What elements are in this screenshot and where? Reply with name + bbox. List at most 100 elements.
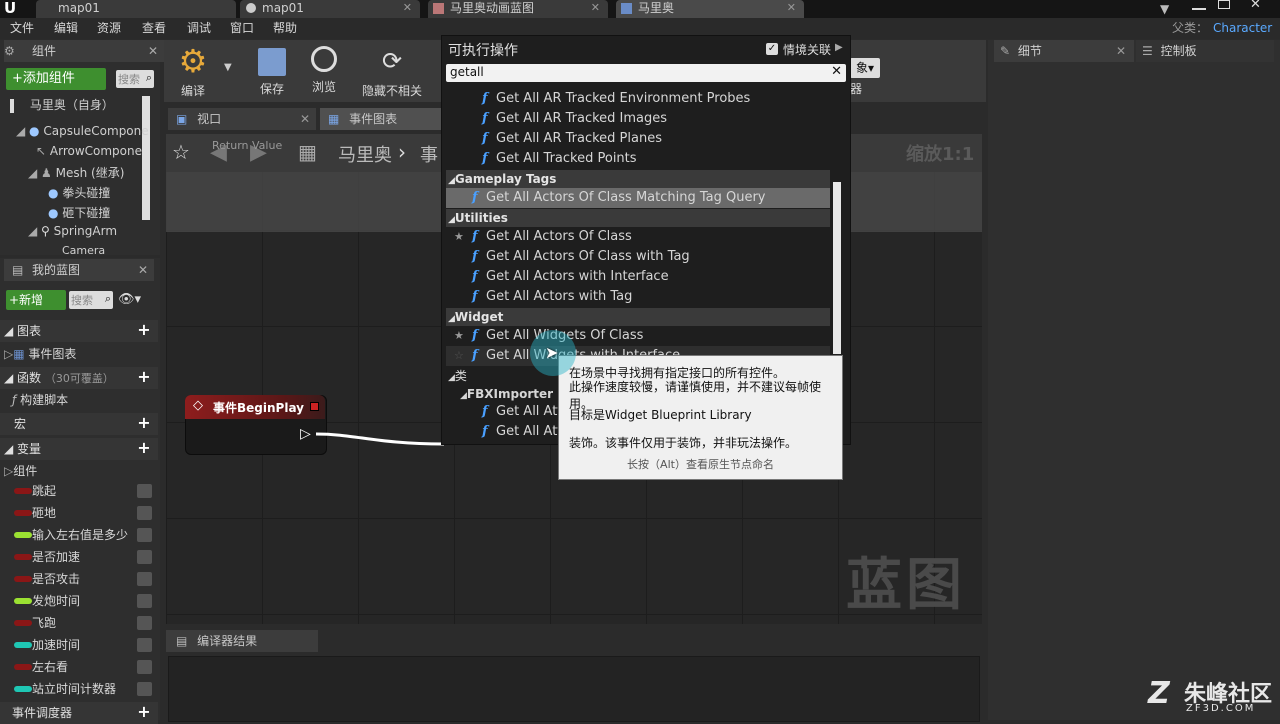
close-tab-icon[interactable]: ✕ [403,0,412,16]
minimize-icon[interactable] [1192,0,1206,10]
action-category[interactable]: ◢Gameplay Tags [446,170,830,188]
variables-components-group[interactable]: ▷组件 [0,460,158,482]
context-sensitive-checkbox[interactable]: ✓ [766,43,778,55]
section-event-dispatchers[interactable]: 事件调度器 + [0,702,158,724]
delegate-pin[interactable] [310,402,319,411]
exec-output-pin[interactable]: ▷ [300,426,311,442]
expand-arrow-icon[interactable]: ▶ [835,42,843,53]
action-function-item[interactable]: ★ f Get All Actors Of Class [446,227,830,247]
doc-tab-blueprint-active[interactable]: 马里奥 ✕ [616,0,804,18]
notification-icon[interactable]: ▼ [1160,2,1169,16]
close-panel-icon[interactable]: ✕ [138,259,148,281]
components-scrollbar[interactable] [142,96,150,220]
menu-edit[interactable]: 编辑 [54,18,78,39]
favorite-star-icon[interactable]: ★ [454,227,464,247]
variable-visibility-icon[interactable] [137,506,152,520]
variable-visibility-icon[interactable] [137,594,152,608]
tree-item-capsule[interactable]: ◢ ● CapsuleCompone [16,124,149,138]
variable-item[interactable]: 加速时间 [0,634,158,656]
parent-class-link[interactable]: Character [1213,18,1272,39]
variable-item[interactable]: 是否加速 [0,546,158,568]
tab-viewport[interactable]: ▣ 视口 ✕ [168,108,316,130]
close-tab-icon[interactable]: ✕ [300,108,310,130]
action-category[interactable]: ◢Widget [446,308,830,326]
variable-visibility-icon[interactable] [137,484,152,498]
variable-item[interactable]: 是否攻击 [0,568,158,590]
tab-event-graph[interactable]: ▦ 事件图表 [320,108,444,130]
blueprint-search-field[interactable]: 搜索 ⌕ [69,291,113,309]
section-variables[interactable]: ◢ 变量 + [0,438,158,460]
add-graph-icon[interactable]: + [136,322,152,338]
tree-item-smash-collision[interactable]: ● 砸下碰撞 [48,204,110,221]
action-function-item[interactable]: f Get All Actors with Tag [446,287,830,307]
unreal-logo-icon[interactable]: U [4,0,20,18]
add-function-icon[interactable]: + [136,369,152,385]
new-item-button[interactable]: +新增 [6,290,66,310]
favorite-star-icon[interactable]: ☆ [454,346,464,366]
close-panel-icon[interactable]: ✕ [148,40,158,62]
hide-unrelated-button[interactable]: ⟳ 隐藏不相关 [356,40,428,102]
variable-visibility-icon[interactable] [137,660,152,674]
close-window-icon[interactable]: ✕ [1250,0,1261,12]
variable-item[interactable]: 砸地 [0,502,158,524]
menu-debug[interactable]: 调试 [187,18,211,39]
action-function-item[interactable]: f Get All AR Tracked Environment Probes [446,89,830,109]
action-function-item[interactable]: f Get All Tracked Points [446,149,830,169]
section-macros[interactable]: 宏 + [0,413,158,435]
variable-item[interactable]: 站立时间计数器 [0,678,158,700]
action-function-item[interactable]: f Get All AR Tracked Images [446,109,830,129]
variable-item[interactable]: 跳起 [0,480,158,502]
breadcrumb-graph[interactable]: 事 [420,141,438,167]
action-function-item[interactable]: ★ f Get All Widgets Of Class [446,326,830,346]
section-graphs[interactable]: ◢ 图表 + [0,320,158,342]
variable-visibility-icon[interactable] [137,550,152,564]
action-list-scrollbar[interactable] [833,182,841,354]
doc-tab-map01-1[interactable]: map01 [36,0,236,18]
component-search-field[interactable]: 搜索 ⌕ [116,70,154,88]
browse-button[interactable]: 浏览 [300,40,348,102]
action-function-item[interactable]: f Get All AR Tracked Planes [446,129,830,149]
variable-visibility-icon[interactable] [137,682,152,696]
add-component-button[interactable]: +添加组件 [6,68,106,90]
variable-visibility-icon[interactable] [137,572,152,586]
variable-item[interactable]: 发炮时间 [0,590,158,612]
compile-button[interactable]: ⚙ 编译 [168,40,218,102]
menu-window[interactable]: 窗口 [230,18,254,39]
variable-visibility-icon[interactable] [137,616,152,630]
construction-script-item[interactable]: ƒ 构建脚本 [0,389,158,411]
close-tab-icon[interactable]: ✕ [787,0,796,16]
close-tab-icon[interactable]: ✕ [1116,40,1126,62]
action-function-item[interactable]: f Get All Actors Of Class Matching Tag Qu… [446,188,830,208]
tree-item-camera[interactable]: Camera [62,244,105,254]
menu-view[interactable]: 查看 [142,18,166,39]
save-button[interactable]: 保存 [246,40,298,102]
compiler-results-tab[interactable]: ▤ 编译器结果 [166,630,318,652]
breadcrumb-blueprint[interactable]: 马里奥 [338,141,392,167]
add-dispatcher-icon[interactable]: + [136,704,152,720]
component-root[interactable]: 马里奥（自身） [10,96,150,113]
tree-item-springarm[interactable]: ◢ ⚲ SpringArm [28,224,117,238]
tree-item-fist-collision[interactable]: ● 拳头碰撞 [48,184,110,201]
tree-item-mesh[interactable]: ◢ ♟ Mesh (继承) [28,164,124,181]
section-functions[interactable]: ◢ 函数 （30可覆盖） + [0,367,158,389]
action-search-input[interactable]: getall ✕ [446,64,846,82]
tree-item-arrow[interactable]: ↖ ArrowCompone [36,144,142,158]
add-variable-icon[interactable]: + [136,440,152,456]
favorite-star-icon[interactable]: ☆ [172,140,190,164]
action-function-item[interactable]: f Get All Actors Of Class with Tag [446,247,830,267]
favorite-star-icon[interactable]: ★ [454,326,464,346]
maximize-icon[interactable] [1218,0,1230,9]
action-category[interactable]: ◢Utilities [446,209,830,227]
doc-tab-map01-2[interactable]: map01 ✕ [240,0,420,18]
add-macro-icon[interactable]: + [136,415,152,431]
find-object-dropdown[interactable]: 象▾ [850,58,880,78]
variable-visibility-icon[interactable] [137,528,152,542]
event-graph-item[interactable]: ▷▦ 事件图表 [0,343,158,365]
menu-file[interactable]: 文件 [10,18,34,39]
compile-options-icon[interactable]: ▼ [224,62,232,73]
close-tab-icon[interactable]: ✕ [591,0,600,16]
variable-item[interactable]: 左右看 [0,656,158,678]
action-function-item[interactable]: f Get All Actors with Interface [446,267,830,287]
variable-item[interactable]: 输入左右值是多少 [0,524,158,546]
tab-details[interactable]: ✎ 细节 ✕ [994,40,1134,62]
